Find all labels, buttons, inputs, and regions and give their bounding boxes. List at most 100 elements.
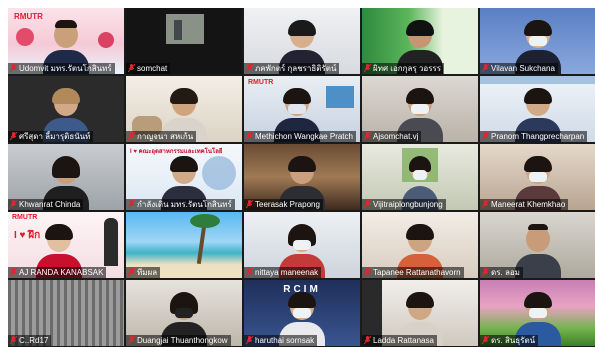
mic-muted-icon xyxy=(246,200,253,209)
participant-tile[interactable]: RCIM haruthai sornsak xyxy=(244,280,360,346)
participant-name-label: Vilavan Sukchana xyxy=(480,63,558,74)
participant-tile[interactable]: Ladda Rattanasa xyxy=(362,280,478,346)
mic-muted-icon xyxy=(10,132,17,141)
participant-name-label: Ajsomchat.vj xyxy=(362,131,422,142)
mic-muted-icon xyxy=(128,132,135,141)
mic-muted-icon xyxy=(364,64,371,73)
mic-muted-icon xyxy=(128,268,135,277)
participant-tile[interactable]: Vijitraiplongbunjong xyxy=(362,144,478,210)
mic-muted-icon xyxy=(482,132,489,141)
mic-muted-icon xyxy=(364,268,371,277)
participant-name-label: haruthai sornsak xyxy=(244,335,318,346)
rmutr-logo: RMUTR xyxy=(248,79,274,86)
participant-name: Methichon Wangkae Pratch xyxy=(255,132,353,141)
rmutr-logo: RMUTR xyxy=(12,214,38,221)
mic-muted-icon xyxy=(10,336,17,345)
participant-tile[interactable]: ทีมผล xyxy=(126,212,242,278)
participant-tile[interactable]: RMUTR I ♥ ฝึก AJ RANDA KANABSAK xyxy=(8,212,124,278)
participant-name: ดร. ลอม xyxy=(491,268,520,277)
participant-name: nittaya maneenak xyxy=(255,268,319,277)
participant-name: somchat xyxy=(137,64,168,73)
participant-name-label: ดร. สินธุรัตน์ xyxy=(480,335,539,346)
mic-muted-icon xyxy=(482,200,489,209)
participant-tile[interactable]: ผิทศ เอกกุลรุ วอรรร xyxy=(362,8,478,74)
participant-name-label: nittaya maneenak xyxy=(244,267,322,278)
gallery-grid: RMUTR Udomvit มทร.รัตนโกสินทร์ somchat ภ… xyxy=(8,8,595,347)
mic-muted-icon xyxy=(482,336,489,345)
participant-name: Ajsomchat.vj xyxy=(373,132,419,141)
participant-tile[interactable]: I ♥ คณะอุตสาหกรรมและเทคโนโลยี กำลังเดิน … xyxy=(126,144,242,210)
participant-tile[interactable]: nittaya maneenak xyxy=(244,212,360,278)
participant-name: C..Rd17 xyxy=(19,336,49,345)
participant-name: Vijitraiplongbunjong xyxy=(373,200,443,209)
participant-name: Teerasak Prapong xyxy=(255,200,320,209)
mic-muted-icon xyxy=(482,64,489,73)
mic-muted-icon xyxy=(10,268,17,277)
mic-muted-icon xyxy=(246,132,253,141)
participant-tile[interactable]: ดร. ลอม xyxy=(480,212,595,278)
participant-tile[interactable]: ดร. สินธุรัตน์ xyxy=(480,280,595,346)
participant-name-label: ภคพักตร์ กุลชราธิติรัตน์ xyxy=(244,63,340,74)
participant-name: AJ RANDA KANABSAK xyxy=(19,268,104,277)
mic-muted-icon xyxy=(482,268,489,277)
participant-name-label: AJ RANDA KANABSAK xyxy=(8,267,107,278)
participant-name-label: กำลังเดิน มทร.รัตนโกสินทร์ xyxy=(126,199,235,210)
mic-muted-icon xyxy=(10,200,17,209)
participant-name-label: Udomvit มทร.รัตนโกสินทร์ xyxy=(8,63,115,74)
participant-name-label: Pranom Thangprecharpan xyxy=(480,131,588,142)
participant-name: กำลังเดิน มทร.รัตนโกสินทร์ xyxy=(137,200,232,209)
participant-name-label: Methichon Wangkae Pratch xyxy=(244,131,356,142)
participant-tile[interactable]: Khwanrat Chinda xyxy=(8,144,124,210)
participant-name: Vilavan Sukchana xyxy=(491,64,555,73)
participant-name-label: ผิทศ เอกกุลรุ วอรรร xyxy=(362,63,445,74)
participant-tile[interactable]: C..Rd17 xyxy=(8,280,124,346)
participant-name-label: ศรีสุดา ลี้มารุติธนันท์ xyxy=(8,131,94,142)
participant-name-label: Khwanrat Chinda xyxy=(8,199,84,210)
participant-tile[interactable]: RMUTR Udomvit มทร.รัตนโกสินทร์ xyxy=(8,8,124,74)
mic-muted-icon xyxy=(128,64,135,73)
participant-name: Tapanee Rattanathavorn xyxy=(373,268,461,277)
mic-muted-icon xyxy=(128,336,135,345)
participant-name-label: Teerasak Prapong xyxy=(244,199,323,210)
mic-muted-icon xyxy=(364,132,371,141)
participant-name: ภคพักตร์ กุลชราธิติรัตน์ xyxy=(255,64,337,73)
participant-tile[interactable]: Pranom Thangprecharpan xyxy=(480,76,595,142)
participant-name: Khwanrat Chinda xyxy=(19,200,81,209)
participant-tile[interactable]: Tapanee Rattanathavorn xyxy=(362,212,478,278)
participant-name: ดร. สินธุรัตน์ xyxy=(491,336,536,345)
participant-name-label: กาญจนา สหเก้น xyxy=(126,131,197,142)
mic-muted-icon xyxy=(364,200,371,209)
participant-name-label: ทีมผล xyxy=(126,267,161,278)
mic-muted-icon xyxy=(128,200,135,209)
participant-tile[interactable]: RMUTR Methichon Wangkae Pratch xyxy=(244,76,360,142)
rmutr-logo: RMUTR xyxy=(14,12,43,21)
faculty-banner: I ♥ คณะอุตสาหกรรมและเทคโนโลยี xyxy=(130,149,223,155)
mic-muted-icon xyxy=(364,336,371,345)
participant-tile[interactable]: somchat xyxy=(126,8,242,74)
participant-tile[interactable]: ภคพักตร์ กุลชราธิติรัตน์ xyxy=(244,8,360,74)
participant-name: ผิทศ เอกกุลรุ วอรรร xyxy=(373,64,442,73)
participant-name-label: Maneerat Khemkhao xyxy=(480,199,569,210)
participant-name-label: Ladda Rattanasa xyxy=(362,335,437,346)
participant-name: Pranom Thangprecharpan xyxy=(491,132,585,141)
participant-tile[interactable]: Vilavan Sukchana xyxy=(480,8,595,74)
participant-name: Duangjai Thuanthongkow xyxy=(137,336,228,345)
mic-muted-icon xyxy=(246,336,253,345)
participant-tile[interactable]: Teerasak Prapong xyxy=(244,144,360,210)
participant-name-label: Duangjai Thuanthongkow xyxy=(126,335,231,346)
participant-name-label: Tapanee Rattanathavorn xyxy=(362,267,464,278)
participant-tile[interactable]: Ajsomchat.vj xyxy=(362,76,478,142)
participant-tile[interactable]: Duangjai Thuanthongkow xyxy=(126,280,242,346)
participant-name-label: somchat xyxy=(126,63,171,74)
participant-name: Maneerat Khemkhao xyxy=(491,200,566,209)
participant-name: ศรีสุดา ลี้มารุติธนันท์ xyxy=(19,132,91,141)
participant-name: haruthai sornsak xyxy=(255,336,315,345)
mic-muted-icon xyxy=(246,268,253,277)
participant-name-label: Vijitraiplongbunjong xyxy=(362,199,446,210)
participant-tile[interactable]: Maneerat Khemkhao xyxy=(480,144,595,210)
participant-name: กาญจนา สหเก้น xyxy=(137,132,194,141)
participant-name: ทีมผล xyxy=(137,268,158,277)
participant-tile[interactable]: ศรีสุดา ลี้มารุติธนันท์ xyxy=(8,76,124,142)
mic-muted-icon xyxy=(246,64,253,73)
participant-tile[interactable]: กาญจนา สหเก้น xyxy=(126,76,242,142)
